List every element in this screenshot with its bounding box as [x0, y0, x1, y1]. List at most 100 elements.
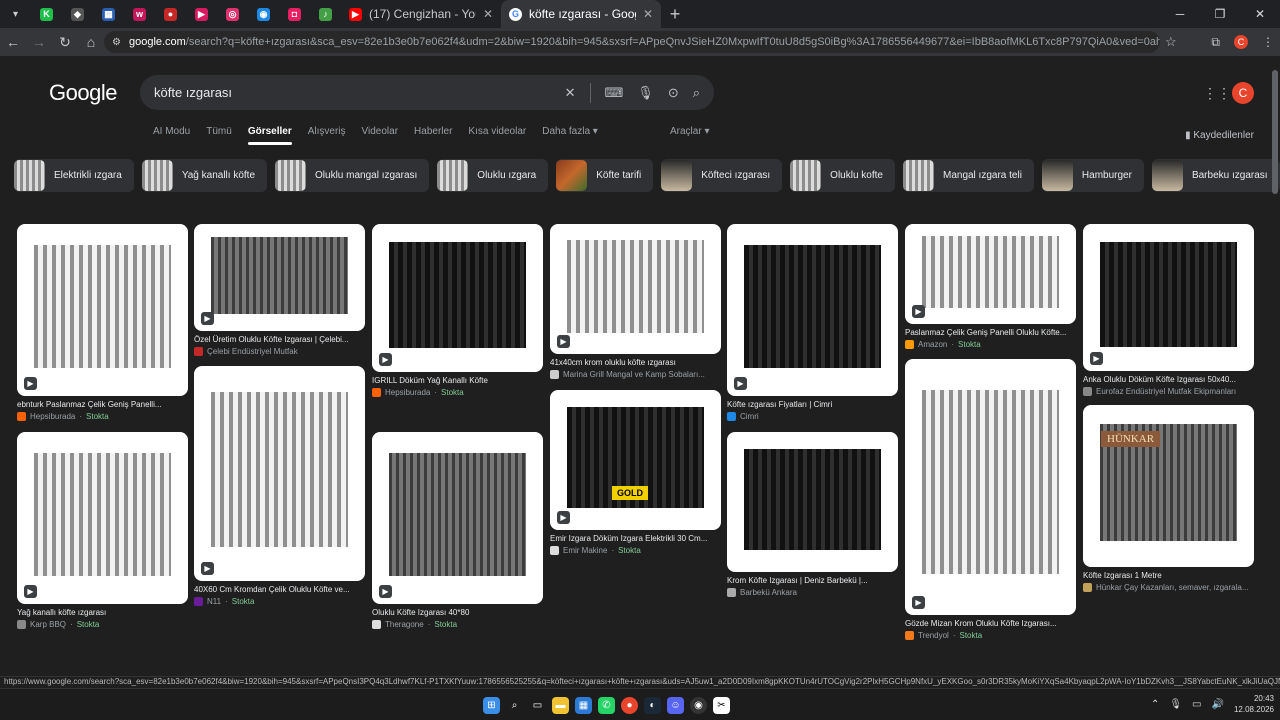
result-thumbnail[interactable]: HÜNKAR: [1083, 405, 1254, 567]
image-result[interactable]: HÜNKAR Köfte Izgarası 1 Metre Hünkar Çay K…: [1083, 405, 1254, 592]
image-result[interactable]: ▶ 41x40cm krom oluklu köfte ızgarası Marin…: [550, 224, 721, 379]
clock[interactable]: 20:43 12.08.2026: [1234, 693, 1274, 715]
chevron-up-icon[interactable]: ⌃: [1151, 699, 1159, 710]
image-result[interactable]: ▶ ebnturk Paslanmaz Çelik Geniş Panelli..…: [17, 224, 188, 421]
google-logo[interactable]: Google: [49, 80, 117, 106]
tab-kısa-videolar[interactable]: Kısa videolar: [468, 126, 526, 137]
image-result[interactable]: ▶ IGRILL Döküm Yağ Kanallı Köfte Hepsibura…: [372, 224, 543, 397]
image-result[interactable]: GOLD ▶ Emir Izgara Döküm Izgara Elektrikli…: [550, 390, 721, 555]
result-caption[interactable]: Emir Izgara Döküm Izgara Elektrikli 30 C…: [550, 534, 721, 543]
related-chip[interactable]: Hamburger: [1041, 159, 1144, 192]
result-thumbnail[interactable]: ▶: [372, 432, 543, 604]
result-caption[interactable]: ebnturk Paslanmaz Çelik Geniş Panelli...: [17, 400, 188, 409]
tab-haberler[interactable]: Haberler: [414, 126, 452, 137]
result-caption[interactable]: 40X60 Cm Kromdan Çelik Oluklu Köfte ve..…: [194, 585, 365, 594]
result-thumbnail[interactable]: ▶: [550, 224, 721, 354]
address-bar[interactable]: ⚙ google.com /search?q=köfte+ızgarası&sc…: [104, 31, 1160, 53]
result-thumbnail[interactable]: ▶: [17, 432, 188, 604]
result-caption[interactable]: Köfte Izgarası 1 Metre: [1083, 571, 1254, 580]
result-thumbnail[interactable]: ▶: [727, 224, 898, 396]
microphone-icon[interactable]: 🎙: [637, 85, 654, 101]
image-result[interactable]: ▶ Paslanmaz Çelik Geniş Panelli Oluklu Kö…: [905, 224, 1076, 349]
search-icon[interactable]: ⌕: [693, 85, 700, 101]
tab-pinned[interactable]: ▶: [186, 0, 217, 28]
related-chip[interactable]: Oluklu ızgara: [437, 159, 549, 192]
maximize-icon[interactable]: ❐: [1200, 0, 1240, 28]
tools-button[interactable]: Araçlar ▾: [670, 126, 709, 137]
tab-pinned[interactable]: ◆: [62, 0, 93, 28]
result-thumbnail[interactable]: ▶: [17, 224, 188, 396]
result-thumbnail[interactable]: [727, 432, 898, 572]
related-chip[interactable]: Oluklu kofte: [790, 159, 895, 192]
chrome-icon[interactable]: ●: [621, 696, 638, 714]
home-icon[interactable]: ⌂: [78, 34, 104, 50]
related-chip[interactable]: Mangal ızgara teli: [902, 159, 1034, 192]
result-caption[interactable]: Köfte ızgarası Fiyatları | Cimri: [727, 400, 898, 409]
clear-icon[interactable]: ✕: [565, 85, 576, 101]
image-result[interactable]: ▶ Gözde Mizan Krom Oluklu Köfte Izgarası.…: [905, 359, 1076, 640]
image-result[interactable]: ▶ Yağ kanallı köfte ızgarası Karp BBQ · Stok…: [17, 432, 188, 629]
extensions-icon[interactable]: ⧉: [1211, 35, 1220, 50]
tab-alışveriş[interactable]: Alışveriş: [308, 126, 346, 137]
discord-icon[interactable]: ☺: [667, 696, 684, 714]
result-thumbnail[interactable]: ▶: [905, 359, 1076, 615]
bookmark-star-icon[interactable]: ☆: [1165, 34, 1177, 50]
menu-icon[interactable]: ⋮: [1262, 35, 1274, 49]
windows-start-icon[interactable]: ⊞: [483, 696, 500, 714]
result-caption[interactable]: Krom Köfte Izgarası | Deniz Barbekü |...: [727, 576, 898, 585]
result-caption[interactable]: Paslanmaz Çelik Geniş Panelli Oluklu Köf…: [905, 328, 1076, 337]
tab-ai-modu[interactable]: AI Modu: [153, 126, 190, 137]
result-thumbnail[interactable]: ▶: [372, 224, 543, 372]
result-caption[interactable]: Oluklu Köfte Izgarası 40*80: [372, 608, 543, 617]
result-thumbnail[interactable]: ▶: [194, 224, 365, 331]
result-caption[interactable]: 41x40cm krom oluklu köfte ızgarası: [550, 358, 721, 367]
page-scrollbar[interactable]: [1272, 70, 1278, 194]
obs-icon[interactable]: ◉: [690, 696, 707, 714]
steam-icon[interactable]: ◐: [644, 696, 661, 714]
site-info-icon[interactable]: ⚙: [112, 37, 121, 48]
result-caption[interactable]: Anka Oluklu Döküm Köfte Izgarası 50x40..…: [1083, 375, 1254, 384]
saved-button[interactable]: ▮ Kaydedilenler: [1185, 130, 1254, 141]
new-tab-button[interactable]: +: [661, 4, 689, 25]
volume-icon[interactable]: 🔊: [1212, 699, 1224, 710]
result-thumbnail[interactable]: ▶: [194, 366, 365, 581]
keyboard-icon[interactable]: ⌨: [605, 85, 624, 101]
search-icon[interactable]: ⌕: [506, 697, 523, 714]
store-icon[interactable]: ▦: [575, 696, 592, 714]
forward-icon[interactable]: →: [26, 34, 52, 50]
result-thumbnail[interactable]: ▶: [1083, 224, 1254, 371]
back-icon[interactable]: ←: [0, 34, 26, 50]
image-result[interactable]: ▶ 40X60 Cm Kromdan Çelik Oluklu Köfte ve.…: [194, 366, 365, 606]
tab-pinned[interactable]: ●: [155, 0, 186, 28]
image-result[interactable]: Krom Köfte Izgarası | Deniz Barbekü |...…: [727, 432, 898, 597]
whatsapp-icon[interactable]: ✆: [598, 696, 615, 714]
search-box[interactable]: köfte ızgarası ✕ ⌨ 🎙 ⊙ ⌕: [140, 75, 714, 110]
result-thumbnail[interactable]: GOLD ▶: [550, 390, 721, 530]
tab-google-search[interactable]: G köfte ızgarası - Google'da Ara ✕: [501, 0, 661, 28]
tab-pinned[interactable]: ▦: [93, 0, 124, 28]
related-chip[interactable]: Yağ kanallı köfte: [141, 159, 268, 192]
image-result[interactable]: ▶ Özel Üretim Oluklu Köfte Izgarası | Çel…: [194, 224, 365, 356]
result-caption[interactable]: Yağ kanallı köfte ızgarası: [17, 608, 188, 617]
minimize-icon[interactable]: ─: [1160, 0, 1200, 28]
related-chip[interactable]: Elektrikli ızgara: [14, 159, 134, 192]
close-icon[interactable]: ✕: [483, 7, 493, 21]
result-caption[interactable]: IGRILL Döküm Yağ Kanallı Köfte: [372, 376, 543, 385]
result-caption[interactable]: Gözde Mizan Krom Oluklu Köfte Izgarası..…: [905, 619, 1076, 628]
task-view-icon[interactable]: ▭: [529, 697, 546, 714]
related-chip[interactable]: Köfte tarifi: [556, 159, 654, 192]
tab-pinned[interactable]: ♪: [310, 0, 341, 28]
tab-pinned[interactable]: ◎: [217, 0, 248, 28]
close-window-icon[interactable]: ✕: [1240, 0, 1280, 28]
tab-pinned[interactable]: K: [31, 0, 62, 28]
result-thumbnail[interactable]: ▶: [905, 224, 1076, 324]
related-chip[interactable]: Oluklu mangal ızgarası: [275, 159, 430, 192]
lens-icon[interactable]: ⊙: [668, 85, 679, 101]
profile-avatar[interactable]: C: [1234, 35, 1248, 49]
capcut-icon[interactable]: ✂: [713, 696, 730, 714]
tab-pinned[interactable]: w: [124, 0, 155, 28]
file-explorer-icon[interactable]: ▬: [552, 696, 569, 714]
tab-youtube[interactable]: ▶ (17) Cengizhan - YouTube ✕: [341, 0, 501, 28]
tab-daha-fazla-[interactable]: Daha fazla ▾: [542, 126, 598, 137]
related-chip[interactable]: Barbeku ızgarası: [1151, 159, 1280, 192]
